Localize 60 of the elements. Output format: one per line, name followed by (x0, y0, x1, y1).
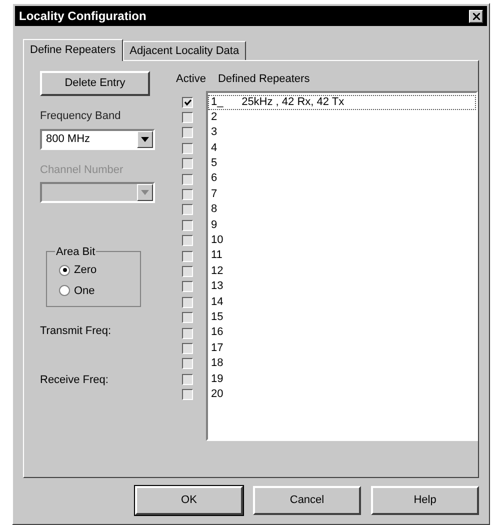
list-item[interactable]: 11 (208, 248, 476, 264)
list-item[interactable]: 20 (208, 386, 476, 402)
active-checkbox[interactable] (182, 266, 193, 277)
active-checkbox[interactable] (182, 250, 193, 262)
active-checkbox[interactable] (182, 127, 193, 138)
list-item[interactable]: 17 (208, 340, 476, 356)
active-checkbox[interactable] (182, 374, 193, 385)
list-item[interactable]: 3 (208, 125, 476, 141)
close-button[interactable] (469, 10, 483, 22)
column-header: Active (176, 72, 206, 87)
active-checkbox[interactable] (182, 158, 193, 170)
radio-button[interactable] (59, 264, 70, 276)
window-title: Locality Configuration (19, 8, 146, 25)
active-checkbox[interactable] (182, 220, 193, 231)
active-checkbox[interactable] (182, 281, 193, 292)
list-item[interactable]: 8 (208, 202, 476, 218)
dialog-button[interactable]: Cancel (253, 486, 361, 515)
active-checkbox[interactable] (182, 296, 193, 308)
transmit-freq-label: Transmit Freq: (40, 324, 112, 339)
list-item[interactable]: 14 (208, 294, 476, 310)
list-item[interactable]: 16 (208, 325, 476, 341)
active-checkbox[interactable] (182, 235, 193, 246)
delete-entry-button[interactable]: Delete Entry (40, 71, 150, 96)
active-checkbox[interactable] (182, 112, 193, 124)
active-checkbox[interactable] (182, 96, 193, 108)
active-checkbox[interactable] (182, 174, 193, 185)
list-item[interactable]: 15 (208, 310, 476, 326)
active-checkbox[interactable] (182, 312, 193, 324)
active-checkbox[interactable] (182, 389, 193, 400)
dialog-button[interactable]: OK (135, 486, 243, 515)
field-label: Channel Number (40, 162, 124, 178)
receive-freq-label: Receive Freq: (40, 372, 110, 388)
field-label: Frequency Band (40, 109, 122, 124)
tab[interactable]: Adjacent Locality Data (122, 41, 246, 60)
dropdown-field[interactable]: 800 MHz (40, 128, 155, 150)
active-checkbox[interactable] (182, 358, 193, 370)
list-item[interactable]: 19 (208, 372, 476, 387)
list-item[interactable]: 10 (208, 233, 476, 248)
list-item[interactable]: 5 (208, 156, 476, 172)
column-header: Defined Repeaters (218, 72, 310, 87)
list-item[interactable]: 9 (208, 218, 476, 234)
list-item[interactable]: 4 (208, 140, 476, 156)
active-checkbox[interactable] (182, 142, 193, 154)
list-item[interactable]: 18 (208, 356, 476, 372)
active-checkbox[interactable] (182, 189, 193, 200)
list-item[interactable]: 2 (208, 110, 476, 126)
list-item[interactable]: 1_ 25kHz , 42 Rx, 42 Tx (208, 94, 476, 110)
list-item[interactable]: 12 (208, 264, 476, 280)
radio-label: Zero (74, 263, 97, 278)
list-item[interactable]: 6 (208, 171, 476, 187)
active-checkbox[interactable] (182, 342, 193, 354)
close-icon (472, 12, 480, 20)
list-item[interactable]: 13 (208, 279, 476, 295)
tab[interactable]: Define Repeaters (23, 39, 123, 61)
dialog-button[interactable]: Help (371, 486, 479, 515)
active-checkbox[interactable] (182, 204, 193, 216)
list-item[interactable]: 7 (208, 186, 476, 202)
radio-button[interactable] (59, 285, 70, 296)
active-checkbox[interactable] (182, 328, 193, 339)
radio-label: One (74, 284, 95, 298)
